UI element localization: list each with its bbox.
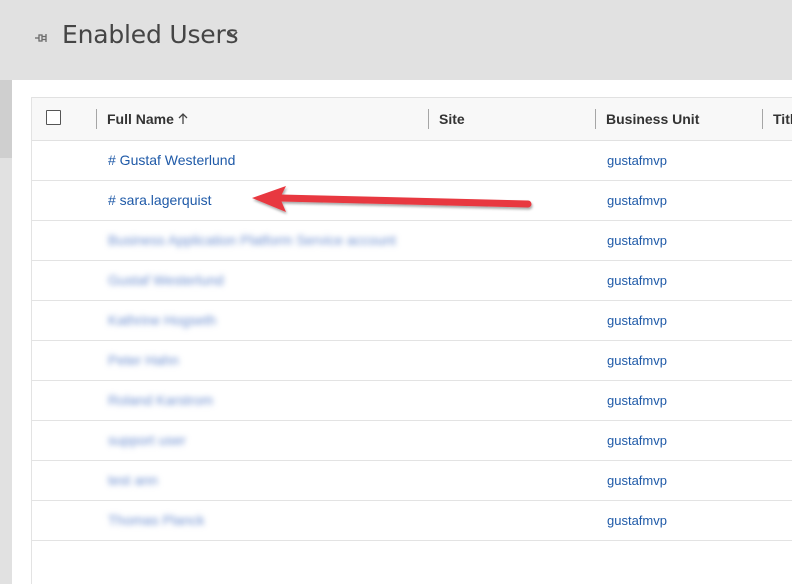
column-header-title[interactable]: Title	[773, 111, 792, 127]
business-unit-link[interactable]: gustafmvp	[607, 513, 667, 528]
full-name-link[interactable]: support user	[108, 432, 186, 448]
grid-header: Full Name Site Business Unit Title	[32, 97, 792, 141]
table-row[interactable]: support user gustafmvp	[32, 421, 792, 461]
full-name-link[interactable]: Roland Karstrom	[108, 392, 213, 408]
table-row[interactable]: Gustaf Westerlund gustafmvp	[32, 261, 792, 301]
column-separator[interactable]	[96, 109, 97, 129]
full-name-link[interactable]: Thomas Planck	[108, 512, 204, 528]
business-unit-link[interactable]: gustafmvp	[607, 153, 667, 168]
full-name-link[interactable]: # Gustaf Westerlund	[108, 152, 235, 168]
column-header-business-unit[interactable]: Business Unit	[606, 111, 699, 127]
chevron-down-icon[interactable]	[228, 30, 238, 38]
table-row[interactable]: test ann gustafmvp	[32, 461, 792, 501]
business-unit-link[interactable]: gustafmvp	[607, 353, 667, 368]
business-unit-link[interactable]: gustafmvp	[607, 313, 667, 328]
full-name-link[interactable]: Business Application Platform Service ac…	[108, 232, 396, 248]
pin-icon[interactable]	[34, 32, 50, 44]
table-row[interactable]: Thomas Planck gustafmvp	[32, 501, 792, 541]
view-header: Enabled Users	[0, 0, 792, 80]
business-unit-link[interactable]: gustafmvp	[607, 433, 667, 448]
column-header-site[interactable]: Site	[439, 111, 465, 127]
grid-panel: Full Name Site Business Unit Title # Gus…	[12, 80, 792, 584]
select-all-checkbox[interactable]	[46, 110, 61, 125]
table-row[interactable]: # sara.lagerquist gustafmvp	[32, 181, 792, 221]
column-separator[interactable]	[428, 109, 429, 129]
table-row[interactable]: Peter Hahn gustafmvp	[32, 341, 792, 381]
full-name-link[interactable]: Kathrine Hogseth	[108, 312, 216, 328]
left-strip	[0, 80, 12, 158]
table-row[interactable]: Roland Karstrom gustafmvp	[32, 381, 792, 421]
business-unit-link[interactable]: gustafmvp	[607, 193, 667, 208]
full-name-link[interactable]: Gustaf Westerlund	[108, 272, 224, 288]
users-grid: Full Name Site Business Unit Title # Gus…	[31, 97, 792, 584]
sort-ascending-icon	[178, 113, 188, 124]
full-name-link[interactable]: Peter Hahn	[108, 352, 179, 368]
business-unit-link[interactable]: gustafmvp	[607, 233, 667, 248]
column-header-full-name[interactable]: Full Name	[107, 111, 174, 127]
view-title[interactable]: Enabled Users	[62, 20, 239, 49]
business-unit-link[interactable]: gustafmvp	[607, 393, 667, 408]
grid-rows: # Gustaf Westerlund gustafmvp # sara.lag…	[32, 141, 792, 541]
column-separator[interactable]	[762, 109, 763, 129]
column-separator[interactable]	[595, 109, 596, 129]
business-unit-link[interactable]: gustafmvp	[607, 473, 667, 488]
table-row[interactable]: Kathrine Hogseth gustafmvp	[32, 301, 792, 341]
full-name-link[interactable]: test ann	[108, 472, 158, 488]
table-row[interactable]: # Gustaf Westerlund gustafmvp	[32, 141, 792, 181]
business-unit-link[interactable]: gustafmvp	[607, 273, 667, 288]
table-row[interactable]: Business Application Platform Service ac…	[32, 221, 792, 261]
full-name-link[interactable]: # sara.lagerquist	[108, 192, 212, 208]
